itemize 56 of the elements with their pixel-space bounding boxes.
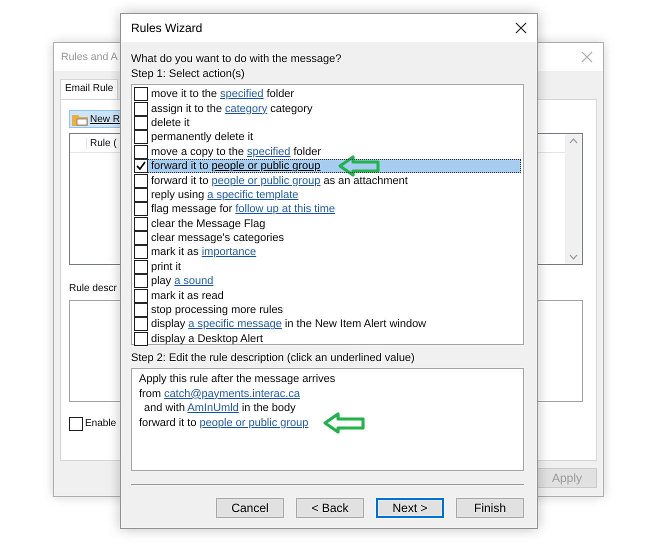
action-checkbox[interactable] <box>134 260 148 274</box>
email-rules-tab[interactable]: Email Rule <box>60 79 118 99</box>
action-item[interactable]: flag message for follow up at this time <box>151 202 336 216</box>
action-checkbox[interactable] <box>134 303 148 318</box>
dialog-button[interactable]: < Back <box>296 498 364 518</box>
action-item[interactable]: move it to the specified folder <box>151 87 294 102</box>
action-item[interactable]: assign it to the category category <box>151 102 312 116</box>
action-checkbox[interactable] <box>134 174 148 188</box>
dialog-title: Rules Wizard <box>131 21 202 35</box>
question-text: What do you want to do with the message? <box>131 52 342 67</box>
description-line: and with AmInUmld in the body <box>144 401 296 416</box>
rule-description-label: Rule descr <box>69 283 118 294</box>
description-line: forward it to people or public group <box>139 416 308 430</box>
action-checkbox[interactable] <box>134 202 148 216</box>
action-checkbox[interactable] <box>134 188 148 202</box>
action-checkbox[interactable] <box>134 317 148 332</box>
action-item[interactable]: clear message's categories <box>151 231 284 246</box>
action-checkbox[interactable] <box>134 144 148 159</box>
action-checkbox[interactable] <box>134 87 148 102</box>
action-item[interactable]: play a sound <box>151 274 214 288</box>
dialog-button[interactable]: Finish <box>456 498 524 518</box>
column-header[interactable]: Rule ( <box>86 138 117 148</box>
action-item[interactable]: move a copy to the specified folder <box>151 144 321 159</box>
action-checkbox[interactable] <box>134 231 148 246</box>
action-checkbox[interactable] <box>134 130 148 144</box>
action-item[interactable]: print it <box>151 260 181 274</box>
enable-checkbox[interactable] <box>69 416 83 430</box>
step-label: Step 2: Edit the rule description (click an underlined value) <box>131 351 416 366</box>
action-item[interactable]: display a specific message in the New Item Alert window <box>151 317 426 332</box>
action-checkbox[interactable] <box>134 245 148 260</box>
action-checkbox[interactable] <box>134 332 148 346</box>
close-icon[interactable] <box>515 22 527 34</box>
action-item[interactable]: stop processing more rules <box>151 303 284 318</box>
action-checkbox[interactable] <box>134 102 148 116</box>
enable-label: Enable <box>85 417 116 431</box>
action-item[interactable]: clear the Message Flag <box>151 216 266 231</box>
action-item[interactable]: mark it as importance <box>151 245 256 260</box>
description-line: Apply this rule after the message arrives <box>139 372 336 386</box>
action-item[interactable]: reply using a specific template <box>151 188 298 202</box>
description-line: from catch@payments.interac.ca <box>139 386 300 401</box>
dialog-button[interactable]: Next > <box>376 498 444 518</box>
dialog-button[interactable]: Cancel <box>216 498 284 518</box>
check-icon <box>136 161 146 172</box>
action-checkbox[interactable] <box>134 274 148 288</box>
action-checkbox[interactable] <box>134 288 148 303</box>
folder-icon <box>72 112 88 126</box>
action-item[interactable]: permanently delete it <box>151 130 254 144</box>
action-item[interactable]: mark it as read <box>151 288 224 303</box>
action-item[interactable]: forward it to people or public group as an attachment <box>151 174 408 188</box>
action-item[interactable]: delete it <box>151 116 190 130</box>
action-item[interactable]: display a Desktop Alert <box>151 332 263 346</box>
action-checkbox[interactable] <box>134 159 148 174</box>
step-label: Step 1: Select action(s) <box>131 67 246 82</box>
action-checkbox[interactable] <box>134 216 148 231</box>
window-title: Rules and A <box>61 51 118 63</box>
action-checkbox[interactable] <box>134 116 148 130</box>
